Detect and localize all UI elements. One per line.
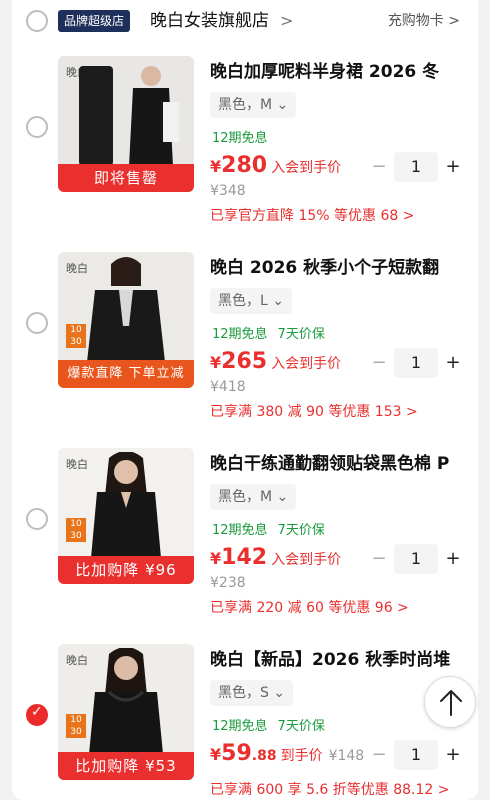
product-image bbox=[87, 257, 165, 362]
chevron-down-icon: ⌄ bbox=[272, 293, 284, 309]
product-title[interactable]: 晚白【新品】2026 秋季时尚堆 bbox=[210, 648, 472, 672]
price: ¥59.88 到手价 ¥148 bbox=[210, 740, 364, 770]
promo-tag: 7天价保 bbox=[277, 523, 325, 538]
promo-tags: 12期免息 7天价保 bbox=[212, 326, 325, 344]
increase-button[interactable]: + bbox=[442, 740, 464, 770]
cart-item: 晚白 1030 比加购降 ¥53 晚白【新品】2026 秋季时尚堆 黑色，S ⌄… bbox=[12, 644, 478, 800]
product-thumbnail[interactable]: 晚白 即将售罄 bbox=[58, 56, 194, 192]
quantity-input[interactable]: 1 bbox=[394, 740, 438, 770]
decrease-button[interactable]: − bbox=[368, 348, 390, 378]
price-value: 265 bbox=[221, 349, 268, 374]
product-title[interactable]: 晚白加厚呢料半身裙 2026 冬 bbox=[210, 60, 472, 84]
price-value: 59 bbox=[221, 741, 252, 766]
decrease-button[interactable]: − bbox=[368, 152, 390, 182]
cart-item: 晚白 10 30 比加购降 ¥96 晚白干练通勤翻领贴袋黑色棉 P 黑色，M ⌄ … bbox=[12, 448, 478, 644]
quantity-stepper: − 1 + bbox=[368, 348, 464, 378]
back-to-top-button[interactable] bbox=[424, 676, 476, 728]
price-note: 入会到手价 bbox=[271, 552, 342, 568]
price-note: 到手价 bbox=[280, 748, 323, 764]
sku-selector[interactable]: 黑色，S ⌄ bbox=[210, 680, 294, 706]
product-image bbox=[79, 66, 179, 166]
original-price: ¥238 bbox=[210, 575, 246, 591]
item-select-radio-icon[interactable] bbox=[26, 508, 48, 530]
promo-tags: 12期免息 7天价保 bbox=[212, 718, 325, 736]
shop-badge: 品牌超级店 bbox=[58, 10, 131, 32]
increase-button[interactable]: + bbox=[442, 544, 464, 574]
promo-tag: 12期免息 bbox=[212, 327, 268, 342]
coupon-link[interactable]: 充购物卡 > bbox=[388, 10, 460, 32]
product-image bbox=[91, 452, 161, 558]
product-thumbnail[interactable]: 晚白 10 30 比加购降 ¥96 bbox=[58, 448, 194, 584]
quantity-stepper: − 1 + bbox=[368, 544, 464, 574]
original-price: ¥348 bbox=[210, 183, 246, 199]
increase-button[interactable]: + bbox=[442, 348, 464, 378]
price: ¥142 入会到手价 bbox=[210, 544, 341, 574]
quantity-input[interactable]: 1 bbox=[394, 348, 438, 378]
price-currency: ¥ bbox=[210, 157, 222, 176]
sku-value: 黑色，L bbox=[218, 293, 268, 309]
price-currency: ¥ bbox=[210, 745, 222, 764]
price-value: 142 bbox=[221, 545, 268, 570]
sku-value: 黑色，M bbox=[218, 97, 273, 113]
promo-tag: 7天价保 bbox=[277, 327, 325, 342]
promo-tag: 12期免息 bbox=[212, 719, 268, 734]
item-selected-check-icon[interactable] bbox=[26, 704, 48, 726]
increase-button[interactable]: + bbox=[442, 152, 464, 182]
chevron-down-icon: ⌄ bbox=[273, 685, 286, 701]
sku-value: 黑色，M bbox=[218, 489, 273, 505]
sku-selector[interactable]: 黑色，M ⌄ bbox=[210, 92, 297, 118]
original-price: ¥148 bbox=[328, 748, 365, 764]
item-select-radio-icon[interactable] bbox=[26, 312, 48, 334]
product-thumbnail[interactable]: 晚白 10 30 比加购降 ¥53 bbox=[58, 644, 194, 780]
chevron-right-icon[interactable]: > bbox=[280, 9, 293, 33]
thumbnail-banner: 爆款直降 下单立减 bbox=[58, 360, 194, 388]
promo-tag: 12期免息 bbox=[212, 131, 268, 146]
discount-detail-link[interactable]: 已享满 220 减 60 等优惠 96 > bbox=[210, 598, 409, 618]
shop-header: 品牌超级店 晚白女装旗舰店 > 充购物卡 > bbox=[12, 0, 478, 42]
decrease-button[interactable]: − bbox=[368, 544, 390, 574]
discount-detail-link[interactable]: 已享满 600 享 5.6 折等优惠 88.12 > bbox=[210, 780, 450, 800]
quantity-stepper: − 1 + bbox=[368, 740, 464, 770]
thumbnail-banner: 比加购降 ¥96 bbox=[58, 556, 194, 584]
promo-tags: 12期免息 7天价保 bbox=[212, 522, 325, 540]
arrow-up-icon bbox=[440, 690, 462, 716]
cart-item: 晚白 10 30 爆款直降 下单立减 晚白 2026 秋季小个子短款翻 黑色，L … bbox=[12, 252, 478, 448]
item-select-radio-icon[interactable] bbox=[26, 116, 48, 138]
price-currency: ¥ bbox=[210, 353, 222, 372]
price-note: 入会到手价 bbox=[271, 356, 342, 372]
product-title[interactable]: 晚白干练通勤翻领贴袋黑色棉 P bbox=[210, 452, 472, 476]
price-value: 280 bbox=[221, 153, 268, 178]
price: ¥280 入会到手价 bbox=[210, 152, 341, 182]
discount-detail-link[interactable]: 已享官方直降 15% 等优惠 68 > bbox=[210, 206, 414, 226]
discount-detail-link[interactable]: 已享满 380 减 90 等优惠 153 > bbox=[210, 402, 418, 422]
product-thumbnail[interactable]: 晚白 10 30 爆款直降 下单立减 bbox=[58, 252, 194, 388]
price: ¥265 入会到手价 bbox=[210, 348, 341, 378]
price-decimal: .88 bbox=[251, 748, 277, 764]
quantity-stepper: − 1 + bbox=[368, 152, 464, 182]
sku-value: 黑色，S bbox=[218, 685, 269, 701]
decrease-button[interactable]: − bbox=[368, 740, 390, 770]
quantity-input[interactable]: 1 bbox=[394, 544, 438, 574]
shop-select-radio-icon[interactable] bbox=[26, 10, 48, 32]
sku-selector[interactable]: 黑色，L ⌄ bbox=[210, 288, 292, 314]
chevron-down-icon: ⌄ bbox=[276, 489, 289, 505]
price-note: 入会到手价 bbox=[271, 160, 342, 176]
shop-name[interactable]: 晚白女装旗舰店 bbox=[150, 9, 269, 33]
promo-tags: 12期免息 bbox=[212, 130, 268, 148]
original-price: ¥418 bbox=[210, 379, 246, 395]
product-title[interactable]: 晚白 2026 秋季小个子短款翻 bbox=[210, 256, 472, 280]
promo-tag: 7天价保 bbox=[277, 719, 325, 734]
promo-tag: 12期免息 bbox=[212, 523, 268, 538]
price-currency: ¥ bbox=[210, 549, 222, 568]
chevron-down-icon: ⌄ bbox=[276, 97, 289, 113]
thumbnail-banner: 比加购降 ¥53 bbox=[58, 752, 194, 780]
thumbnail-banner: 即将售罄 bbox=[58, 164, 194, 192]
quantity-input[interactable]: 1 bbox=[394, 152, 438, 182]
cart-item: 晚白 即将售罄 晚白加厚呢料半身裙 2026 冬 黑色，M ⌄ 12期免息 ¥2… bbox=[12, 56, 478, 252]
product-image bbox=[89, 648, 163, 754]
sku-selector[interactable]: 黑色，M ⌄ bbox=[210, 484, 297, 510]
